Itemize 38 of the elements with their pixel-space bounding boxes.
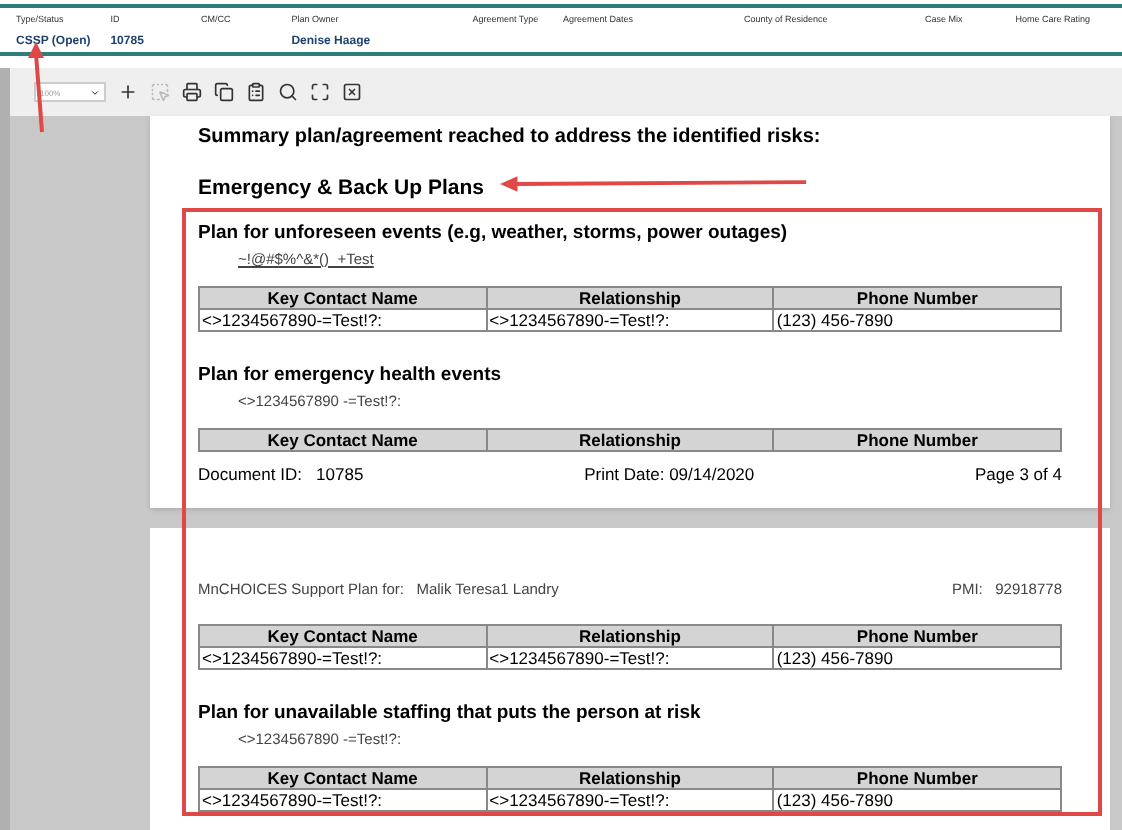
column-header: Key Contact Name [199,429,487,451]
column-header: Phone Number [773,767,1061,789]
column-header: Key Contact Name [199,767,487,789]
arrow-icon [500,174,810,194]
column-header: Relationship [486,429,774,451]
table-cell: (123) 456-7890 [773,647,1061,669]
pages-icon[interactable] [212,81,234,103]
table-cell: <>1234567890-=Test!?: [486,789,774,811]
close-icon[interactable] [340,81,362,103]
summary-text: Summary plan/agreement reached to address the identified risks: [198,126,823,150]
table-cell: <>1234567890-=Test!?: [486,647,774,669]
table-cell: <>1234567890-=Test!?: [486,309,774,331]
document-id: Document ID: 10785 [198,464,364,484]
print-date: Print Date: 09/14/2020 [584,464,755,484]
column-header: Phone Number [773,287,1061,309]
fullscreen-icon[interactable] [308,81,330,103]
table-cell: <>1234567890-=Test!?: [199,647,487,669]
table-cell: <>1234567890-=Test!?: [199,789,487,811]
printer-icon[interactable] [180,81,202,103]
column-header: Relationship [486,767,774,789]
plan-title: Plan for unavailable staffing that puts the person at risk [198,702,703,726]
column-header: Key Contact Name [199,625,487,647]
column-header: Phone Number [773,625,1061,647]
section-title: Emergency & Back Up Plans [198,174,484,202]
column-header: Relationship [486,625,774,647]
search-icon[interactable] [276,81,298,103]
table-cell: <>1234567890-=Test!?: [199,309,487,331]
clipboard-icon[interactable] [244,81,266,103]
column-header: Key Contact Name [199,287,487,309]
caret-icon [90,87,100,97]
column-header: Relationship [486,287,774,309]
plan-title: Plan for unforeseen events (e.g, weather, storms, power outages) [198,222,790,246]
table-cell: (123) 456-7890 [773,789,1061,811]
page-number: Page 3 of 4 [975,464,1062,484]
plus-icon[interactable] [116,81,138,103]
table-cell: (123) 456-7890 [773,309,1061,331]
column-header: Phone Number [773,429,1061,451]
plan-title: Plan for emergency health events [198,364,504,388]
